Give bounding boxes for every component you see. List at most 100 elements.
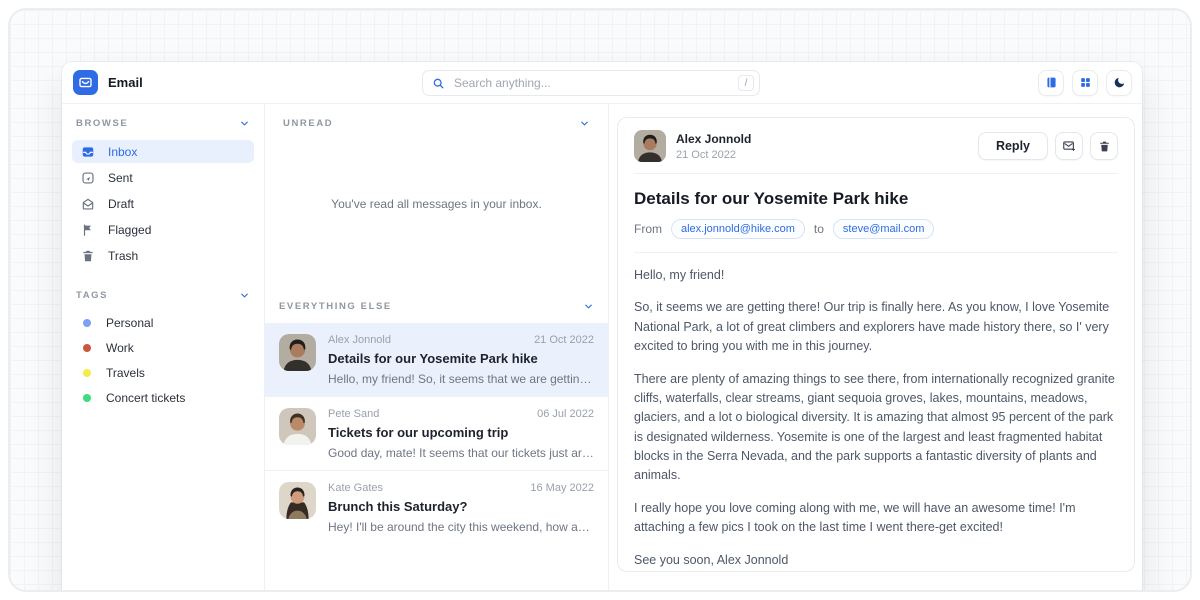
browse-section-label: BROWSE	[76, 118, 128, 129]
email-preview: Good day, mate! It seems that our ticket…	[328, 446, 594, 460]
detail-date: 21 Oct 2022	[676, 149, 751, 161]
sidebar-item-inbox[interactable]: Inbox	[72, 140, 254, 163]
topbar: Email /	[62, 62, 1142, 104]
sidebar: BROWSE Inbox	[62, 104, 264, 590]
avatar	[634, 130, 666, 162]
message-body: Hello, my friend! So, it seems we are ge…	[634, 253, 1118, 570]
email-list-item-brunch[interactable]: Kate Gates 16 May 2022 Brunch this Satur…	[265, 470, 608, 544]
sidebar-item-label: Inbox	[108, 145, 137, 159]
unread-section: UNREAD You've read all messages in your …	[265, 104, 608, 287]
email-list-item-tickets[interactable]: Pete Sand 06 Jul 2022 Tickets for our up…	[265, 396, 608, 470]
from-email-chip[interactable]: alex.jonnold@hike.com	[671, 219, 805, 239]
unread-empty-message: You've read all messages in your inbox.	[279, 197, 594, 211]
search-input[interactable]	[452, 75, 731, 91]
to-email-chip[interactable]: steve@mail.com	[833, 219, 934, 239]
tag-label: Concert tickets	[106, 391, 185, 405]
app-logo: Email	[73, 70, 143, 95]
everything-else-section-label: EVERYTHING ELSE	[279, 301, 392, 312]
tag-color-dot	[83, 319, 91, 327]
sent-icon	[81, 171, 95, 185]
search-icon	[432, 77, 445, 90]
sidebar-item-label: Draft	[108, 197, 134, 211]
email-list-item-yosemite[interactable]: Alex Jonnold 21 Oct 2022 Details for our…	[265, 323, 608, 396]
email-logo-icon	[73, 70, 98, 95]
email-subject: Brunch this Saturday?	[328, 499, 594, 514]
message-list-column: UNREAD You've read all messages in your …	[264, 104, 609, 590]
trash-icon	[1098, 140, 1111, 153]
sidebar-item-flagged[interactable]: Flagged	[72, 218, 254, 241]
email-subject: Tickets for our upcoming trip	[328, 425, 594, 440]
sidebar-item-sent[interactable]: Sent	[72, 166, 254, 189]
detail-header: Alex Jonnold 21 Oct 2022 Reply	[634, 128, 1118, 174]
apps-icon	[1079, 76, 1092, 89]
unread-collapse-chevron-down-icon[interactable]	[579, 118, 590, 129]
message-detail-card: Alex Jonnold 21 Oct 2022 Reply	[617, 117, 1135, 572]
search-shortcut-badge: /	[738, 75, 754, 91]
sidebar-item-draft[interactable]: Draft	[72, 192, 254, 215]
email-preview: Hello, my friend! So, it seems that we a…	[328, 372, 594, 386]
sidebar-item-label: Trash	[108, 249, 138, 263]
tag-color-dot	[83, 369, 91, 377]
from-label: From	[634, 222, 662, 236]
email-list: Alex Jonnold 21 Oct 2022 Details for our…	[265, 323, 608, 544]
tags-section: TAGS Personal Work	[72, 290, 254, 410]
tag-label: Personal	[106, 316, 153, 330]
moon-icon	[1113, 76, 1126, 89]
email-date: 16 May 2022	[530, 482, 594, 494]
everything-else-collapse-chevron-down-icon[interactable]	[583, 301, 594, 312]
email-sender: Alex Jonnold	[328, 334, 391, 346]
body-paragraph: See you soon, Alex Jonnold	[634, 551, 1118, 570]
reply-button[interactable]: Reply	[978, 132, 1048, 160]
apps-button[interactable]	[1072, 70, 1098, 96]
mark-unread-button[interactable]	[1055, 132, 1083, 160]
tag-item-concert-tickets[interactable]: Concert tickets	[72, 385, 254, 410]
dark-mode-button[interactable]	[1106, 70, 1132, 96]
search-bar[interactable]: /	[422, 70, 760, 96]
app-title: Email	[108, 75, 143, 90]
draft-icon	[81, 197, 95, 211]
avatar	[279, 334, 316, 371]
everything-else-section: EVERYTHING ELSE Alex Jonn	[265, 287, 608, 544]
flag-icon	[81, 223, 95, 237]
trash-icon	[81, 249, 95, 263]
avatar	[279, 408, 316, 445]
blueprint-background: Email /	[8, 8, 1192, 592]
topbar-actions	[1038, 70, 1132, 96]
body-paragraph: So, it seems we are getting there! Our t…	[634, 298, 1118, 356]
sidebar-item-label: Sent	[108, 171, 133, 185]
browse-collapse-chevron-down-icon[interactable]	[239, 118, 250, 129]
email-preview: Hey! I'll be around the city this weeken…	[328, 520, 594, 534]
detail-subject: Details for our Yosemite Park hike	[634, 189, 1118, 209]
sidebar-item-label: Flagged	[108, 223, 151, 237]
email-app-window: Email /	[62, 62, 1142, 590]
tag-label: Travels	[106, 366, 145, 380]
envelope-plus-icon	[1062, 139, 1076, 153]
detail-sender-name: Alex Jonnold	[676, 132, 751, 146]
tag-item-travels[interactable]: Travels	[72, 360, 254, 385]
email-date: 06 Jul 2022	[537, 408, 594, 420]
inbox-icon	[81, 145, 95, 159]
tag-label: Work	[106, 341, 134, 355]
email-subject: Details for our Yosemite Park hike	[328, 351, 594, 366]
email-sender: Pete Sand	[328, 408, 379, 420]
tag-color-dot	[83, 344, 91, 352]
tags-section-label: TAGS	[76, 290, 108, 301]
book-button[interactable]	[1038, 70, 1064, 96]
sidebar-item-trash[interactable]: Trash	[72, 244, 254, 267]
tag-item-work[interactable]: Work	[72, 335, 254, 360]
from-to-row: From alex.jonnold@hike.com to steve@mail…	[634, 219, 1118, 253]
to-label: to	[814, 222, 824, 236]
book-icon	[1045, 76, 1058, 89]
tags-collapse-chevron-down-icon[interactable]	[239, 290, 250, 301]
body-paragraph: I really hope you love coming along with…	[634, 499, 1118, 538]
unread-section-label: UNREAD	[283, 118, 333, 129]
body-paragraph: There are plenty of amazing things to se…	[634, 370, 1118, 486]
body-paragraph: Hello, my friend!	[634, 266, 1118, 285]
message-detail-column: Alex Jonnold 21 Oct 2022 Reply	[609, 104, 1142, 590]
email-sender: Kate Gates	[328, 482, 383, 494]
tag-color-dot	[83, 394, 91, 402]
delete-button[interactable]	[1090, 132, 1118, 160]
email-date: 21 Oct 2022	[534, 334, 594, 346]
tag-item-personal[interactable]: Personal	[72, 310, 254, 335]
avatar	[279, 482, 316, 519]
